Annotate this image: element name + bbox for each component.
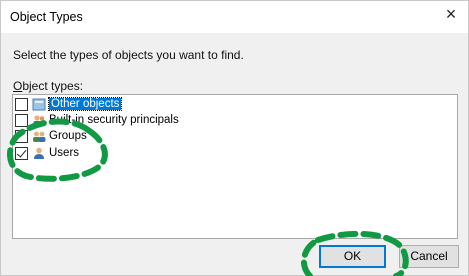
users-icon	[32, 147, 46, 160]
other-objects-icon	[32, 98, 46, 111]
security-principals-checkbox[interactable]	[15, 113, 28, 127]
cancel-button[interactable]: Cancel	[399, 245, 459, 268]
list-item-other-objects[interactable]: Other objects	[15, 96, 123, 112]
security-principals-icon	[32, 114, 46, 127]
object-types-label: Object types:	[13, 79, 84, 93]
list-item-label: Groups	[49, 130, 87, 142]
list-item-label: Users	[49, 147, 80, 159]
list-item-security-principals[interactable]: Built-in security principals	[15, 112, 179, 128]
groups-icon	[32, 130, 46, 143]
list-item-groups[interactable]: Groups	[15, 128, 87, 144]
other-objects-checkbox[interactable]	[15, 97, 28, 111]
groups-checkbox[interactable]	[15, 129, 28, 143]
title-bar: Object Types ×	[1, 1, 468, 33]
object-types-dialog: Object Types × Select the types of objec…	[0, 0, 469, 276]
object-types-list[interactable]: Other objects Built-in security principa…	[12, 94, 458, 239]
list-item-users[interactable]: Users	[15, 145, 79, 161]
close-icon[interactable]: ×	[442, 5, 460, 23]
list-item-label: Built-in security principals	[49, 114, 179, 126]
instruction-text: Select the types of objects you want to …	[13, 48, 244, 62]
ok-button[interactable]: OK	[319, 245, 386, 268]
list-item-label: Other objects	[47, 97, 123, 111]
dialog-title: Object Types	[10, 10, 83, 24]
users-checkbox[interactable]	[15, 146, 28, 160]
